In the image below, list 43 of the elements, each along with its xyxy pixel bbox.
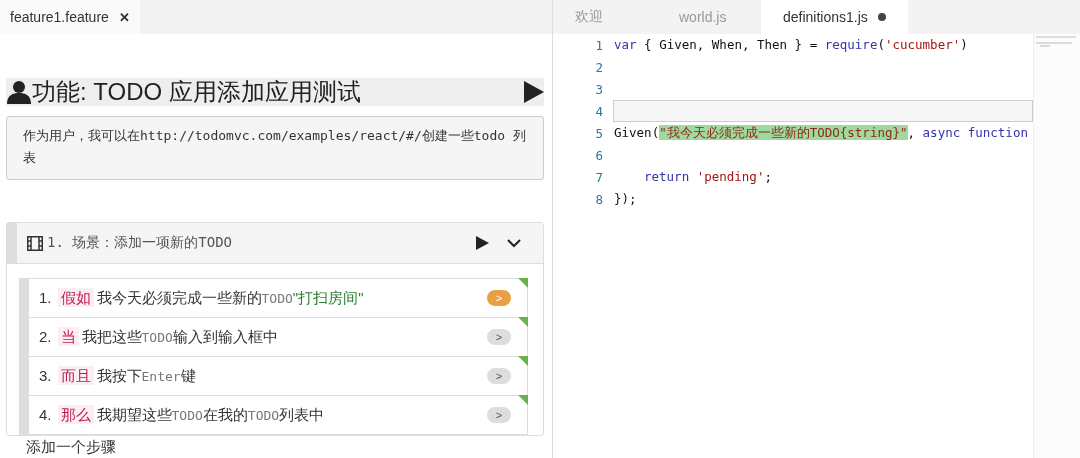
step-text: 1. 假如 我今天必须完成一些新的TODO"打扫房间" xyxy=(39,288,365,308)
line-number: 7 xyxy=(594,169,604,185)
code-line: var { Given, When, Then } = require('cucumber') xyxy=(613,36,969,54)
step-run-button[interactable]: > xyxy=(487,407,511,423)
close-button[interactable]: ✕ xyxy=(118,9,130,25)
line-number: 5 xyxy=(594,125,604,141)
file-tab[interactable]: feature1.feature ✕ xyxy=(0,0,140,34)
feature-title: 功能: TODO 应用添加应用测试 xyxy=(32,77,362,107)
line-number: 2 xyxy=(594,59,604,75)
run-scenario-button[interactable] xyxy=(476,236,489,250)
feature-description: 作为用户，我可以在http://todomvc.com/examples/react/#/创建一些todo 列表 xyxy=(6,116,544,180)
step-row[interactable]: 4. 那么 我期望这些TODO在我的TODO列表中 > xyxy=(19,395,528,435)
collapse-button[interactable] xyxy=(507,238,521,248)
line-number: 4 xyxy=(594,103,604,119)
line-number: 6 xyxy=(594,147,604,163)
corner-marker-icon xyxy=(518,356,528,366)
film-icon xyxy=(27,235,43,251)
chevron-icon xyxy=(507,238,521,248)
unsaved-dot-icon xyxy=(877,13,886,21)
step-row[interactable]: 1. 假如 我今天必须完成一些新的TODO"打扫房间" > xyxy=(19,278,528,318)
run-button[interactable] xyxy=(524,81,544,103)
code-line: return 'pending'; xyxy=(643,168,773,186)
step-run-button[interactable]: > xyxy=(487,329,511,345)
corner-marker-icon xyxy=(518,395,528,405)
corner-marker-icon xyxy=(518,317,528,327)
step-text: 2. 当 我把这些TODO输入到输入框中 xyxy=(39,327,279,347)
corner-marker-icon xyxy=(518,278,528,288)
user-icon xyxy=(6,80,32,104)
code-line: Given("我今天必须完成一些新的TODO{string}", async function xyxy=(613,124,1029,142)
step-row[interactable]: 2. 当 我把这些TODO输入到输入框中 > xyxy=(19,317,528,357)
file-tab[interactable]: definitions1.js xyxy=(761,0,908,34)
add-step-link[interactable]: 添加一个步骤 xyxy=(6,436,544,457)
play-icon xyxy=(524,81,544,103)
scenario-title: 1. 场景：添加一项新的TODO xyxy=(47,234,233,252)
line-number: 8 xyxy=(594,191,604,207)
line-number: 3 xyxy=(594,81,604,97)
play-icon xyxy=(476,236,489,250)
code-line: }); xyxy=(613,190,638,208)
step-row[interactable]: 3. 而且 我按下Enter键 > xyxy=(19,356,528,396)
line-number: 1 xyxy=(594,37,604,53)
step-run-button[interactable]: > xyxy=(487,368,511,384)
step-text: 3. 而且 我按下Enter键 xyxy=(39,366,197,386)
step-text: 4. 那么 我期望这些TODO在我的TODO列表中 xyxy=(39,405,326,425)
